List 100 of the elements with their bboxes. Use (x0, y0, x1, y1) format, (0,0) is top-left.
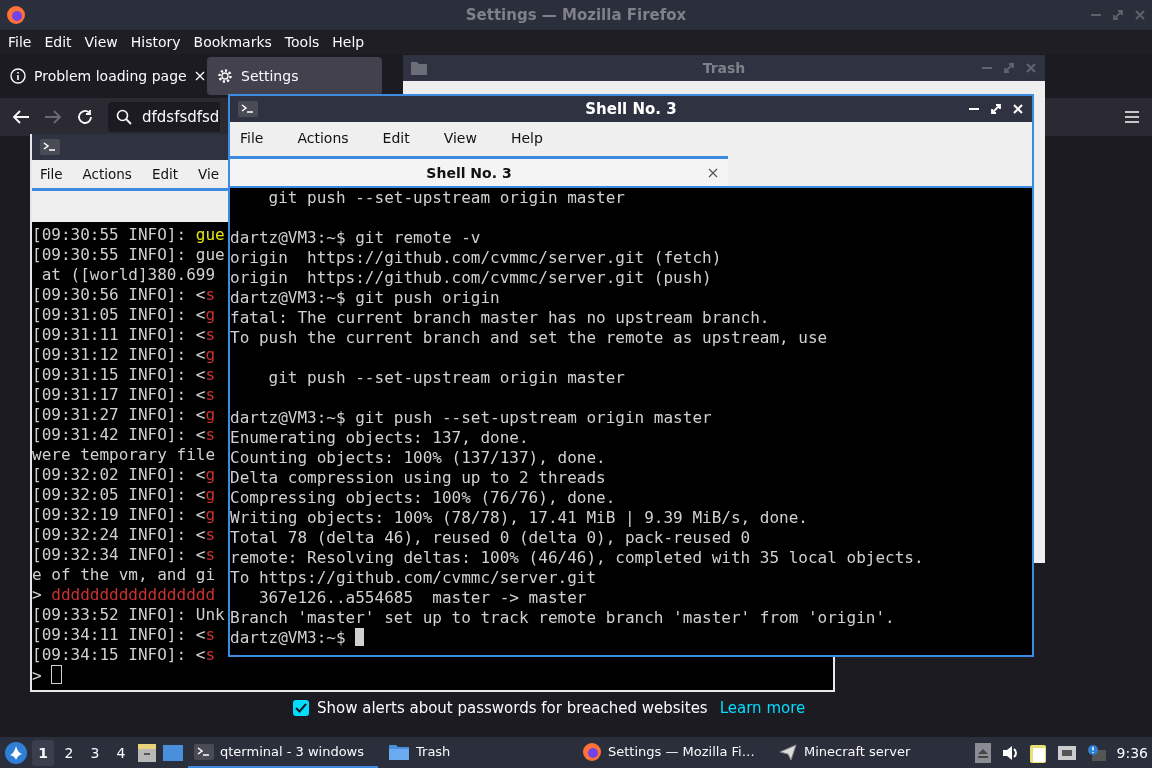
terminal-line: [09:32:24 INFO]: <s (32, 525, 216, 545)
back-icon[interactable] (12, 109, 30, 125)
learn-more-link[interactable]: Learn more (719, 699, 806, 717)
workspace-button[interactable]: 1 (32, 739, 54, 766)
network-icon[interactable] (1056, 744, 1077, 761)
forward-icon[interactable] (44, 109, 62, 125)
taskbar-button[interactable]: Minecraft server (772, 737, 922, 768)
terminal-line: 367e126..a554685 master -> master (257, 588, 587, 608)
terminal-line: [09:34:11 INFO]: <s (32, 625, 216, 645)
clipboard-icon[interactable] (1028, 742, 1047, 763)
terminal-line: [09:31:12 INFO]: <g (32, 345, 216, 365)
terminal-line: To push the current branch and set the remote as upstream, use (230, 328, 828, 348)
terminal-line: Delta compression using up to 2 threads (230, 468, 606, 488)
firefox-icon (582, 741, 602, 762)
menu-item[interactable]: History (130, 34, 181, 50)
paper-plane-icon (778, 741, 798, 762)
terminal-line: dartz@VM3:~$ git remote -v (230, 227, 481, 248)
taskbar-button[interactable]: Trash (382, 737, 572, 768)
start-menu-icon[interactable] (4, 740, 28, 765)
clock[interactable]: 9:36 (1116, 744, 1148, 761)
terminal-line: were temporary file (32, 445, 216, 465)
terminal-line: [09:32:19 INFO]: <g (32, 505, 216, 525)
browser-tab[interactable]: Settings (207, 57, 382, 95)
window-title: Shell No. 3 (585, 100, 677, 118)
terminal-line: fatal: The current branch master has no upstream branch. (230, 308, 770, 328)
terminal-line: e of the vm, and gi (32, 565, 216, 585)
info-icon (10, 68, 26, 84)
menu-item[interactable]: Tools (284, 34, 320, 50)
terminal-line: [09:31:15 INFO]: <s (32, 365, 216, 385)
notification-icon[interactable] (1086, 743, 1107, 762)
menu-item[interactable]: Vie (198, 166, 220, 182)
terminal-line: [09:30:56 INFO]: <s (32, 285, 216, 305)
browser-tab[interactable]: Problem loading page (0, 57, 205, 95)
settings-icon (217, 68, 233, 84)
menu-item[interactable]: File (40, 166, 63, 182)
terminal-line: To https://github.com/cvmmc/server.git (230, 568, 597, 588)
address-field[interactable]: dfdsfsdfsd (108, 102, 220, 132)
folder-icon (388, 742, 410, 761)
checkbox[interactable] (293, 700, 309, 716)
terminal-line: git push --set-upstream origin master (267, 188, 625, 208)
terminal-line: Counting objects: 100% (137/137), done. (230, 448, 606, 468)
desktop-icon[interactable] (162, 743, 184, 762)
menu-item[interactable]: View (84, 34, 118, 50)
terminal-line: [09:31:27 INFO]: <g (32, 405, 216, 425)
menu-item[interactable]: Actions (297, 130, 349, 146)
terminal-line: git push --set-upstream origin master (267, 367, 625, 388)
terminal-line: at ([world]380.699 (40, 265, 216, 285)
firefox-icon (6, 5, 26, 25)
terminal-line: > ddddddddddddddddd (32, 585, 216, 605)
window-title: Trash (702, 60, 746, 76)
menu-item[interactable]: Actions (82, 166, 132, 182)
workspace-button[interactable]: 2 (58, 739, 80, 766)
terminal-line: [09:30:55 INFO]: gue (32, 245, 225, 265)
terminal-icon (194, 743, 214, 760)
workspace-button[interactable]: 3 (84, 739, 106, 766)
menu-icon[interactable] (1124, 110, 1140, 124)
eject-icon[interactable] (974, 742, 991, 763)
menu-item[interactable]: Help (332, 34, 365, 50)
speaker-icon[interactable] (1000, 743, 1019, 762)
folder-icon (411, 61, 427, 75)
taskbar-button[interactable]: qterminal - 3 windows (188, 737, 378, 768)
terminal-line: [09:31:11 INFO]: <s (32, 325, 216, 345)
menu-item[interactable]: File (240, 130, 264, 146)
workspace-button[interactable]: 4 (110, 739, 132, 766)
menu-item[interactable]: View (443, 130, 477, 146)
terminal-line: [09:30:55 INFO]: gue (32, 225, 225, 245)
terminal-line: [09:33:52 INFO]: Unk (32, 605, 225, 625)
search-icon (116, 109, 132, 125)
terminal-icon (40, 139, 60, 155)
file-cabinet-icon[interactable] (136, 741, 158, 764)
terminal-line: [09:32:02 INFO]: <g (32, 465, 216, 485)
terminal-line: [09:31:17 INFO]: <s (32, 385, 216, 405)
close-icon[interactable] (708, 167, 718, 178)
terminal-line: origin https://github.com/cvmmc/server.git (fetch) (230, 248, 722, 268)
menu-item[interactable]: Bookmarks (193, 34, 272, 50)
menu-item[interactable]: File (8, 34, 32, 50)
window-title: Settings — Mozilla Firefox (465, 6, 687, 24)
terminal-line: remote: Resolving deltas: 100% (46/46), completed with 35 local objects. (230, 548, 924, 568)
menu-item[interactable]: Edit (151, 166, 179, 182)
menu-item[interactable]: Help (510, 130, 543, 146)
terminal-line: [09:34:15 INFO]: <s (32, 645, 216, 665)
terminal-line: origin https://github.com/cvmmc/server.git (push) (230, 268, 712, 288)
terminal-line: > (32, 665, 63, 686)
terminal-line: [09:32:34 INFO]: <s (32, 545, 216, 565)
terminal-line: dartz@VM3:~$ git push origin (230, 288, 500, 308)
terminal-icon (238, 101, 258, 117)
terminal-line: Branch 'master' set up to track remote branch 'master' from 'origin'. (230, 608, 895, 628)
menu-item[interactable]: Edit (44, 34, 72, 50)
terminal-line: dartz@VM3:~$ (230, 628, 365, 648)
taskbar-button[interactable]: Settings — Mozilla Fi… (576, 737, 768, 768)
terminal-line: [09:31:05 INFO]: <g (32, 305, 216, 325)
terminal-tab[interactable]: Shell No. 3 (230, 156, 728, 186)
terminal-line: Enumerating objects: 137, done. (230, 428, 529, 448)
terminal-line: [09:31:42 INFO]: <s (32, 425, 216, 445)
checkbox-label: Show alerts about passwords for breached websites (317, 699, 708, 717)
reload-icon[interactable] (76, 108, 94, 126)
terminal-line: Total 78 (delta 46), reused 0 (delta 0), pack-reused 0 (230, 528, 751, 548)
terminal-line: dartz@VM3:~$ git push --set-upstream origin master (230, 407, 712, 428)
menu-item[interactable]: Edit (382, 130, 410, 146)
terminal-line: Compressing objects: 100% (76/76), done. (230, 488, 616, 508)
